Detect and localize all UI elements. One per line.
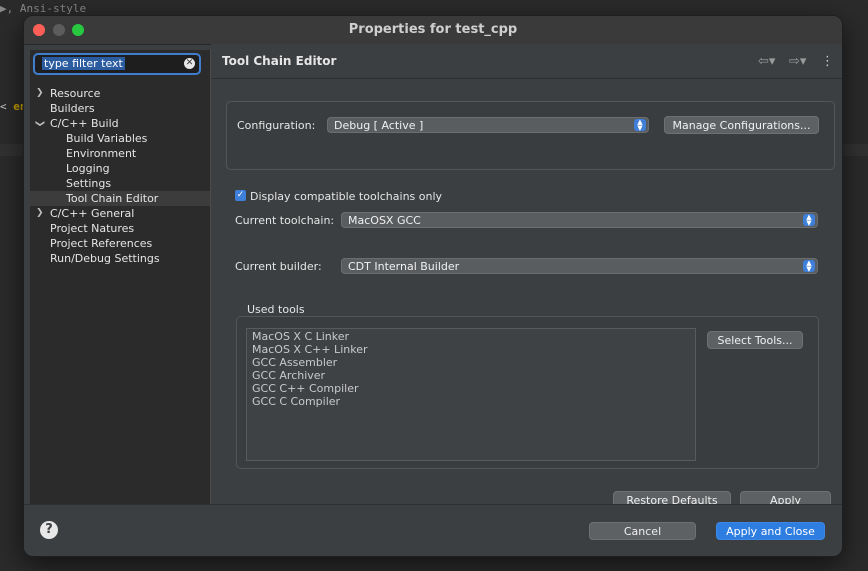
- page-content: Tool Chain Editor ⇦▾ ⇨▾ ⋮ Configuration:…: [211, 44, 842, 509]
- page-title: Tool Chain Editor: [222, 54, 337, 68]
- title-bar: Properties for test_cpp: [24, 16, 842, 45]
- tree-item-settings[interactable]: Settings: [30, 176, 210, 191]
- tree-item-label: C/C++ Build: [50, 117, 119, 130]
- compatible-toolchains-label: Display compatible toolchains only: [250, 190, 443, 203]
- tree-item-label: Project References: [50, 237, 153, 250]
- cancel-button[interactable]: Cancel: [589, 522, 696, 540]
- used-tools-list[interactable]: MacOS X C Linker MacOS X C++ Linker GCC …: [246, 328, 696, 461]
- properties-dialog: Properties for test_cpp type filter text…: [23, 15, 843, 557]
- tree-item-label: C/C++ General: [50, 207, 135, 220]
- chevron-right-icon[interactable]: ❯: [36, 86, 44, 101]
- current-builder-label: Current builder:: [235, 260, 322, 273]
- tree-item-label: Run/Debug Settings: [50, 252, 160, 265]
- tree-item-cpp-general[interactable]: ❯ C/C++ General: [30, 206, 210, 221]
- list-item[interactable]: GCC Assembler: [252, 356, 337, 369]
- tree-item-tool-chain-editor[interactable]: Tool Chain Editor: [30, 191, 210, 206]
- tree-item-label: Project Natures: [50, 222, 135, 235]
- tree-item-project-natures[interactable]: Project Natures: [30, 221, 210, 236]
- list-item[interactable]: GCC Archiver: [252, 369, 325, 382]
- tree-item-builders[interactable]: Builders: [30, 101, 210, 116]
- list-item[interactable]: MacOS X C++ Linker: [252, 343, 367, 356]
- current-toolchain-select[interactable]: MacOSX GCC ▲ ▼: [341, 212, 818, 228]
- select-tools-button[interactable]: Select Tools...: [707, 331, 803, 349]
- current-builder-select[interactable]: CDT Internal Builder ▲ ▼: [341, 258, 818, 274]
- tree-item-label: Environment: [66, 147, 137, 160]
- list-item[interactable]: MacOS X C Linker: [252, 330, 349, 343]
- tree-item-label: Build Variables: [66, 132, 148, 145]
- tree-item-run-debug-settings[interactable]: Run/Debug Settings: [30, 251, 210, 266]
- tree-item-project-references[interactable]: Project References: [30, 236, 210, 251]
- tree-item-build-variables[interactable]: Build Variables: [30, 131, 210, 146]
- compatible-toolchains-checkbox[interactable]: ✓: [235, 190, 246, 201]
- chevron-right-icon[interactable]: ❯: [36, 206, 44, 221]
- tree-item-logging[interactable]: Logging: [30, 161, 210, 176]
- filter-text[interactable]: type filter text: [42, 57, 125, 70]
- apply-and-close-button[interactable]: Apply and Close: [716, 522, 825, 540]
- current-builder-value: CDT Internal Builder: [348, 260, 460, 273]
- sidebar: type filter text ✕ ❯ Resource Builders ❯…: [30, 50, 211, 504]
- manage-configurations-button[interactable]: Manage Configurations...: [664, 116, 819, 134]
- dialog-footer: ? Cancel Apply and Close: [24, 504, 842, 556]
- select-arrows-icon: ▲ ▼: [803, 214, 815, 227]
- current-toolchain-label: Current toolchain:: [235, 214, 335, 227]
- tree-item-environment[interactable]: Environment: [30, 146, 210, 161]
- current-toolchain-value: MacOSX GCC: [348, 214, 421, 227]
- configuration-label: Configuration:: [237, 119, 316, 132]
- tree-item-label: Settings: [66, 177, 112, 190]
- background-code-line: ▶, Ansi-style: [0, 2, 87, 15]
- chevron-down-icon[interactable]: ❯: [31, 120, 46, 128]
- window-title: Properties for test_cpp: [348, 22, 518, 37]
- arrow-right-icon[interactable]: ⇨▾: [789, 54, 806, 69]
- configuration-select[interactable]: Debug [ Active ] ▲ ▼: [327, 117, 649, 133]
- used-tools-label: Used tools: [247, 303, 305, 316]
- tree-item-resource[interactable]: ❯ Resource: [30, 86, 210, 101]
- arrow-left-icon[interactable]: ⇦▾: [758, 54, 775, 69]
- tree-item-label: Builders: [50, 102, 95, 115]
- used-tools-group: MacOS X C Linker MacOS X C++ Linker GCC …: [236, 316, 819, 469]
- tree-item-label: Resource: [50, 87, 101, 100]
- configuration-value: Debug [ Active ]: [334, 119, 424, 132]
- vertical-ellipsis-icon[interactable]: ⋮: [821, 54, 834, 69]
- select-arrows-icon: ▲ ▼: [634, 119, 646, 132]
- select-arrows-icon: ▲ ▼: [803, 260, 815, 273]
- clear-filter-icon[interactable]: ✕: [184, 58, 195, 69]
- background-code-prefix: <: [0, 100, 7, 113]
- page-header: Tool Chain Editor ⇦▾ ⇨▾ ⋮: [211, 44, 842, 79]
- help-icon[interactable]: ?: [40, 521, 58, 539]
- list-item[interactable]: GCC C Compiler: [252, 395, 340, 408]
- tree-item-cpp-build[interactable]: ❯ C/C++ Build: [30, 116, 210, 131]
- tree-item-label: Tool Chain Editor: [66, 192, 159, 205]
- list-item[interactable]: GCC C++ Compiler: [252, 382, 359, 395]
- tree-item-label: Logging: [66, 162, 110, 175]
- configuration-group: Configuration: Debug [ Active ] ▲ ▼ Manag…: [226, 101, 835, 170]
- filter-input[interactable]: type filter text ✕: [33, 53, 201, 75]
